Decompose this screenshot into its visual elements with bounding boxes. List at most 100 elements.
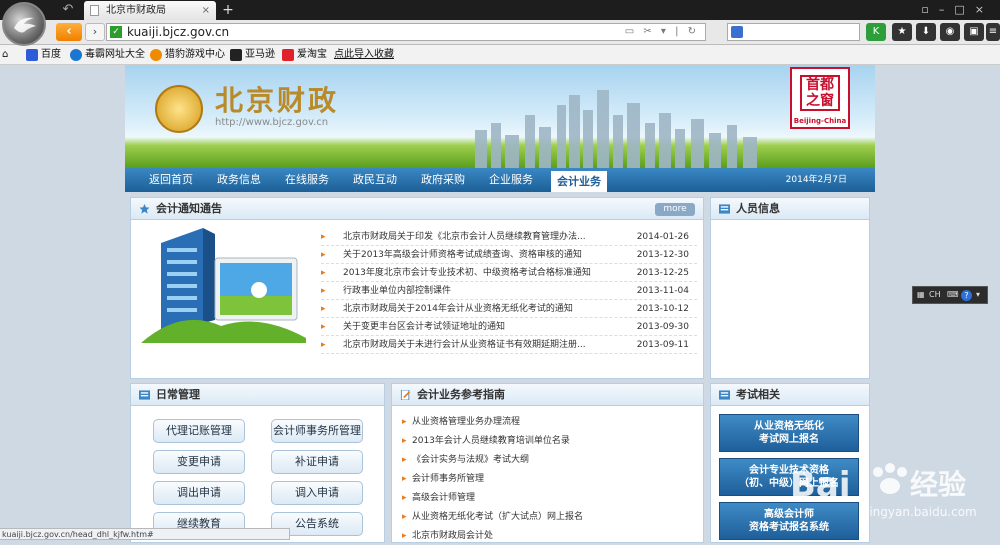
notice-item[interactable]: ▸ 关于2013年高级会计师资格考试成绩查询、资格审核的通知 2013-12-30 (321, 246, 697, 264)
bullet-icon: ▸ (321, 232, 326, 242)
undo-close-tab-icon[interactable]: ↶ (58, 2, 78, 18)
change-request-button[interactable]: 变更申请 (153, 450, 245, 474)
guide-item[interactable]: ▸ 高级会计师管理 (402, 490, 664, 507)
guide-item[interactable]: ▸ 从业资格无纸化考试（扩大试点）网上报名 (402, 509, 664, 526)
bullet-icon: ▸ (321, 304, 326, 314)
notices-title: 会计通知通告 (156, 202, 222, 215)
browser-logo-icon[interactable] (2, 2, 46, 46)
notice-item[interactable]: ▸ 北京市财政局关于未进行会计从业资格证书有效期延期注册... 2013-09-11 (321, 336, 697, 354)
more-button[interactable]: more (655, 203, 695, 216)
bullet-icon: ▸ (402, 455, 407, 465)
ime-language: CH (929, 290, 941, 299)
tab-title: 北京市财政局 (106, 5, 166, 16)
transfer-out-button[interactable]: 调出申请 (153, 481, 245, 505)
nav-enterprise-service[interactable]: 企业服务 (489, 168, 533, 192)
bookmark-games[interactable]: 猎豹游戏中心 (150, 48, 225, 62)
nav-accounting[interactable]: 会计业务 (551, 171, 607, 192)
bookmark-amazon[interactable]: 亚马逊 (230, 48, 275, 62)
notice-item[interactable]: ▸ 北京市财政局关于2014年会计从业资格无纸化考试的通知 2013-10-12 (321, 300, 697, 318)
browser-navigation-bar: ‹ › ✓ kuaiji.bjcz.gov.cn ▭ ✂ ▾ | ↻ K ★ ⬇… (0, 20, 1000, 45)
bullet-icon: ▸ (402, 436, 407, 446)
current-date: 2014年2月7日 (785, 175, 847, 185)
bookmark-aitaobao[interactable]: 爱淘宝 (282, 48, 327, 62)
help-icon[interactable]: ? (961, 290, 972, 301)
forward-button[interactable]: › (85, 23, 105, 41)
duba-icon (70, 49, 82, 61)
guide-item[interactable]: ▸ 北京市财政局会计处 (402, 528, 664, 545)
notice-item[interactable]: ▸ 关于变更丰台区会计考试领证地址的通知 2013-09-30 (321, 318, 697, 336)
capital-caption: Beijing-China (793, 117, 847, 125)
bullet-icon: ▸ (402, 417, 407, 427)
city-skyline-image (475, 90, 757, 168)
exam-header: 考试相关 (711, 384, 869, 406)
accounting-firm-button[interactable]: 会计师事务所管理 (271, 419, 363, 443)
ime-toolbar[interactable]: ▦ CH ⌨ ? ▾ (912, 286, 988, 304)
window-controls[interactable]: ▫–□× (921, 3, 994, 16)
nav-home[interactable]: 返回首页 (149, 168, 193, 192)
watermark-brand-suffix: 经验 (910, 468, 966, 501)
site-title: 北京财政 (215, 84, 340, 117)
bullet-icon: ▸ (321, 322, 326, 332)
notice-item[interactable]: ▸ 2013年度北京市会计专业技术初、中级资格考试合格标准通知 2013-12-25 (321, 264, 697, 282)
close-tab-icon[interactable]: × (202, 1, 210, 20)
site-url-text: http://www.bjcz.gov.cn (215, 117, 329, 128)
download-icon[interactable]: ⬇ (916, 23, 936, 41)
bookmarks-bar: ⌂ 百度 毒霸网址大全 猎豹游戏中心 亚马逊 爱淘宝 点此导入收藏 (0, 45, 1000, 65)
kingsoft-icon[interactable]: K (866, 23, 886, 41)
bullet-icon: ▸ (402, 474, 407, 484)
keyboard-icon[interactable]: ⌨ (947, 287, 959, 303)
menu-icon[interactable]: ≡ (986, 23, 1000, 41)
daily-management-panel: 日常管理 代理记账管理 会计师事务所管理 变更申请 补证申请 调出申请 调入申请… (130, 383, 385, 543)
bullet-icon: ▸ (402, 493, 407, 503)
list-icon (719, 204, 730, 214)
guide-header: 会计业务参考指南 (392, 384, 703, 406)
amazon-icon (230, 49, 242, 61)
address-tools-icons[interactable]: ▭ ✂ ▾ | ↻ (625, 24, 699, 40)
aitaobao-icon (282, 49, 294, 61)
screenshot-icon[interactable]: ▣ (964, 23, 984, 41)
nav-government-info[interactable]: 政务信息 (217, 168, 261, 192)
capital-window-logo[interactable]: 首都之窗 Beijing-China (790, 67, 850, 129)
guide-panel: 会计业务参考指南 ▸ 从业资格管理业务办理流程 ▸ 2013年会计人员继续教育培训单… (391, 383, 704, 543)
guide-item[interactable]: ▸ 从业资格管理业务办理流程 (402, 414, 664, 431)
transfer-in-button[interactable]: 调入申请 (271, 481, 363, 505)
daily-header: 日常管理 (131, 384, 384, 406)
address-text: kuaiji.bjcz.gov.cn (127, 25, 230, 39)
search-box[interactable] (727, 23, 860, 41)
guide-item[interactable]: ▸ 《会计实务与法规》考试大纲 (402, 452, 664, 469)
guide-item[interactable]: ▸ 2013年会计人员继续教育培训单位名录 (402, 433, 664, 450)
bullet-icon: ▸ (321, 268, 326, 278)
nav-online-service[interactable]: 在线服务 (285, 168, 329, 192)
agency-bookkeeping-button[interactable]: 代理记账管理 (153, 419, 245, 443)
paperless-exam-signup-button[interactable]: 从业资格无纸化 考试网上报名 (719, 414, 859, 452)
ime-options-icon[interactable]: ▾ (976, 287, 980, 303)
bookmark-baidu[interactable]: 百度 (26, 48, 61, 62)
nav-interaction[interactable]: 政民互动 (353, 168, 397, 192)
favorites-star-icon[interactable]: ★ (892, 23, 912, 41)
reissue-request-button[interactable]: 补证申请 (271, 450, 363, 474)
guide-item[interactable]: ▸ 会计师事务所管理 (402, 471, 664, 488)
list-icon (719, 390, 730, 400)
back-button[interactable]: ‹ (56, 23, 82, 41)
bullet-icon: ▸ (321, 286, 326, 296)
home-icon[interactable]: ⌂ (2, 48, 8, 62)
browser-tab[interactable]: 北京市财政局 × (84, 1, 216, 20)
import-favorites-link[interactable]: 点此导入收藏 (334, 48, 394, 62)
paw-icon (873, 463, 907, 494)
ime-grip-icon: ▦ (917, 290, 925, 299)
personnel-title: 人员信息 (736, 202, 780, 215)
new-tab-button[interactable]: + (220, 1, 236, 19)
bookmark-duba[interactable]: 毒霸网址大全 (70, 48, 145, 62)
document-edit-icon (400, 390, 411, 400)
watermark-url: jingyan.baidu.com (865, 505, 977, 519)
site-banner: 北京财政 http://www.bjcz.gov.cn 首都之窗 Beijing… (125, 65, 875, 168)
watermark-brand: Bai (790, 465, 851, 505)
baidu-paw-icon (731, 26, 743, 38)
computer-illustration-image (141, 228, 306, 343)
game-icon[interactable]: ◉ (940, 23, 960, 41)
nav-procurement[interactable]: 政府采购 (421, 168, 465, 192)
notice-item[interactable]: ▸ 北京市财政局关于印发《北京市会计人员继续教育管理办法... 2014-01-26 (321, 228, 697, 246)
notice-item[interactable]: ▸ 行政事业单位内部控制课件 2013-11-04 (321, 282, 697, 300)
exam-title: 考试相关 (736, 388, 780, 401)
address-bar[interactable]: ✓ kuaiji.bjcz.gov.cn ▭ ✂ ▾ | ↻ (106, 23, 706, 41)
